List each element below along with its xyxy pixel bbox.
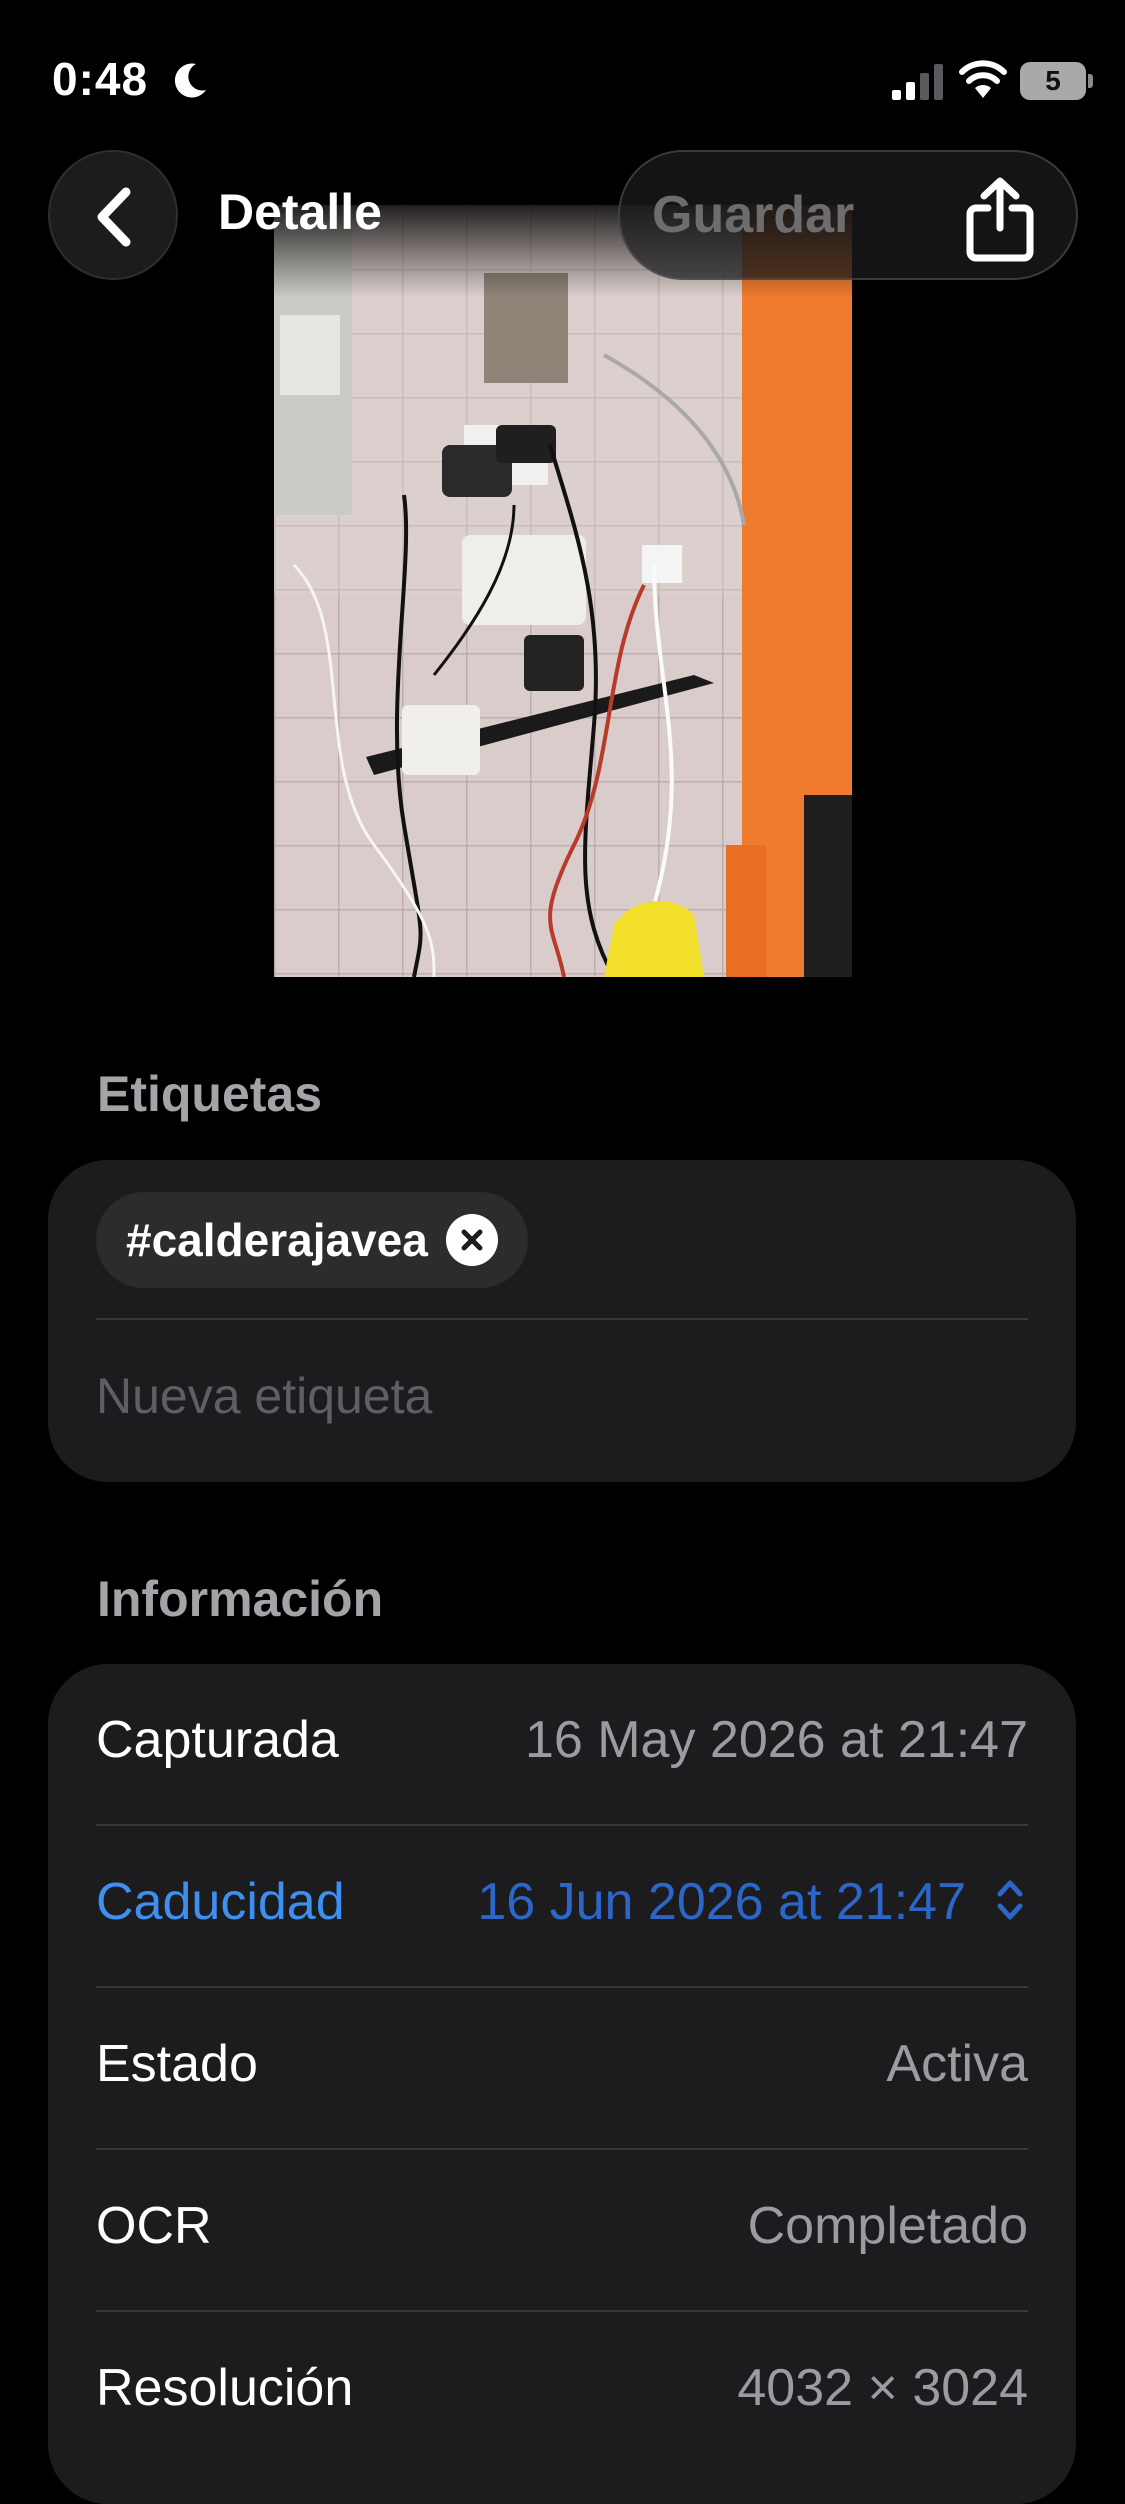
info-row-expiry: Caducidad 16 Jun 2026 at 21:47 — [96, 1826, 1028, 1988]
save-button[interactable]: Guardar — [652, 182, 854, 248]
status-time: 0:48 — [52, 53, 149, 105]
battery-level: 5 — [1045, 65, 1061, 96]
info-label: Caducidad — [96, 1873, 345, 1931]
info-row-ocr: OCR Completado — [96, 2150, 1028, 2312]
tags-section-title: Etiquetas — [97, 1066, 323, 1122]
remove-tag-icon[interactable] — [445, 1214, 498, 1266]
info-label: Estado — [96, 2035, 258, 2093]
status-bar: 0:48 5 — [0, 0, 1125, 150]
divider — [96, 1318, 1028, 1320]
tags-card: #calderajavea — [48, 1160, 1076, 1482]
photo-image — [274, 205, 852, 977]
info-row-status: Estado Activa — [96, 1988, 1028, 2150]
back-button[interactable] — [48, 150, 178, 280]
info-label: Capturada — [96, 1711, 339, 1769]
info-value: 16 May 2026 at 21:47 — [524, 1711, 1028, 1769]
info-value: Completado — [747, 2197, 1028, 2255]
wifi-icon — [959, 60, 1007, 98]
info-row-captured: Capturada 16 May 2026 at 21:47 — [96, 1664, 1028, 1826]
share-button[interactable] — [954, 170, 1046, 262]
info-value: Activa — [886, 2035, 1028, 2093]
photo-preview[interactable] — [274, 205, 852, 977]
info-row-resolution: Resolución 4032 × 3024 — [96, 2312, 1028, 2474]
battery-icon: 5 — [1020, 62, 1093, 100]
tag-chip[interactable]: #calderajavea — [96, 1192, 528, 1288]
info-card: Capturada 16 May 2026 at 21:47 Caducidad… — [48, 1664, 1076, 2504]
info-label: OCR — [96, 2197, 212, 2255]
page-title: Detalle — [218, 184, 382, 240]
moon-icon — [174, 63, 206, 98]
chevron-left-icon — [97, 187, 131, 247]
signal-icon — [892, 64, 943, 100]
new-tag-input[interactable] — [96, 1356, 1026, 1436]
info-label: Resolución — [96, 2359, 354, 2417]
nav-actions: Guardar — [618, 150, 1078, 280]
chevron-up-down-icon — [997, 1880, 1023, 1920]
info-value: 4032 × 3024 — [737, 2359, 1028, 2417]
tag-label: #calderajavea — [126, 1214, 428, 1266]
info-section-title: Información — [97, 1571, 384, 1627]
share-icon — [966, 177, 1034, 262]
expiry-date-value: 16 Jun 2026 at 21:47 — [477, 1873, 966, 1931]
